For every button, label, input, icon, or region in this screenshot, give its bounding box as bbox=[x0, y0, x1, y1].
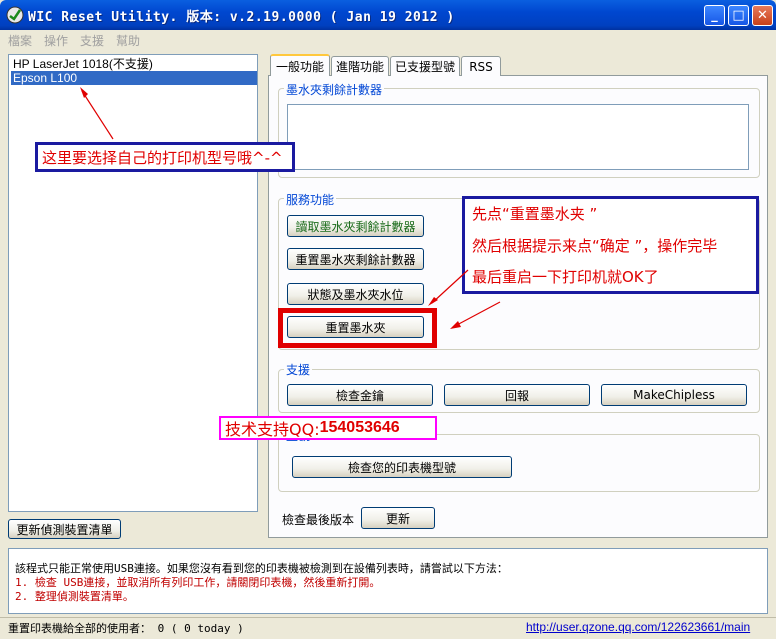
reset-ink-counter-button[interactable]: 重置墨水夾剩餘計數器 bbox=[287, 248, 424, 270]
tab-advanced[interactable]: 進階功能 bbox=[331, 56, 389, 76]
check-key-button[interactable]: 檢查金鑰 bbox=[287, 384, 433, 406]
tab-supported-models[interactable]: 已支援型號 bbox=[390, 56, 460, 76]
log-line-3: 2. 整理偵測裝置清單。 bbox=[15, 590, 134, 603]
annotation-qq-number: 154053646 bbox=[319, 419, 400, 436]
maximize-icon: □ bbox=[732, 8, 745, 23]
ink-counter-display bbox=[287, 104, 749, 170]
menu-help[interactable]: 幫助 bbox=[116, 32, 140, 49]
ink-counter-group-label: 墨水夾剩餘計數器 bbox=[284, 81, 385, 98]
read-ink-counter-button[interactable]: 讀取墨水夾剩餘計數器 bbox=[287, 215, 424, 237]
close-icon: ✕ bbox=[757, 8, 768, 23]
minimize-icon: _ bbox=[711, 8, 718, 23]
maximize-button[interactable]: □ bbox=[728, 5, 749, 26]
tab-rss[interactable]: RSS bbox=[461, 56, 501, 76]
annotation-left-box: 这里要选择自己的打印机型号哦^-^ bbox=[35, 142, 295, 172]
menu-support[interactable]: 支援 bbox=[80, 32, 104, 49]
update-button[interactable]: 更新 bbox=[361, 507, 435, 529]
window-title: WIC Reset Utility. 版本: v.2.19.0000 ( Jan… bbox=[28, 10, 455, 25]
report-button[interactable]: 回報 bbox=[444, 384, 590, 406]
qzone-link[interactable]: http://user.qzone.qq.com/122623661/main bbox=[526, 620, 750, 634]
check-version-label: 檢查最後版本 bbox=[282, 513, 355, 527]
annotation-qq-prefix: 技术支持QQ: bbox=[225, 420, 320, 439]
status-ink-level-button[interactable]: 狀態及墨水夾水位 bbox=[287, 283, 424, 305]
refresh-device-list-button[interactable]: 更新偵測裝置清單 bbox=[8, 519, 121, 539]
annotation-left-text: 这里要选择自己的打印机型号哦^-^ bbox=[42, 148, 283, 167]
device-item-epson[interactable]: Epson L100 bbox=[11, 71, 257, 85]
tab-general[interactable]: 一般功能 bbox=[270, 54, 330, 76]
reset-cartridge-button[interactable]: 重置墨水夾 bbox=[287, 316, 424, 338]
minimize-button[interactable]: _ bbox=[704, 5, 725, 26]
annotation-qq-box: 技术支持QQ: 154053646 bbox=[219, 416, 437, 440]
makechipless-button[interactable]: MakeChipless bbox=[601, 384, 747, 406]
annotation-right-line1: 先点“重置墨水夹 ” bbox=[472, 205, 598, 223]
device-list[interactable]: HP LaserJet 1018(不支援) Epson L100 bbox=[8, 54, 258, 512]
app-icon bbox=[6, 6, 24, 24]
info-log: 該程式只能正常使用USB連接。如果您沒有看到您的印表機被檢測到在設備列表時，請嘗… bbox=[8, 548, 768, 614]
support-group-label: 支援 bbox=[284, 361, 313, 378]
menu-operation[interactable]: 操作 bbox=[44, 32, 68, 49]
service-group-label: 服務功能 bbox=[284, 191, 337, 208]
device-item-hp[interactable]: HP LaserJet 1018(不支援) bbox=[11, 57, 257, 71]
menu-file[interactable]: 檔案 bbox=[8, 32, 32, 49]
annotation-right-box: 先点“重置墨水夹 ” 然后根据提示来点“确定 ”，操作完毕 最后重启一下打印机就… bbox=[462, 196, 759, 294]
check-model-button[interactable]: 檢查您的印表機型號 bbox=[292, 456, 512, 478]
annotation-right-line2: 然后根据提示来点“确定 ”，操作完毕 bbox=[472, 237, 718, 255]
annotation-right-line3: 最后重启一下打印机就OK了 bbox=[472, 268, 659, 286]
close-button[interactable]: ✕ bbox=[752, 5, 773, 26]
usage-status: 重置印表機給全部的使用者： 0 ( 0 today ) bbox=[8, 622, 244, 635]
